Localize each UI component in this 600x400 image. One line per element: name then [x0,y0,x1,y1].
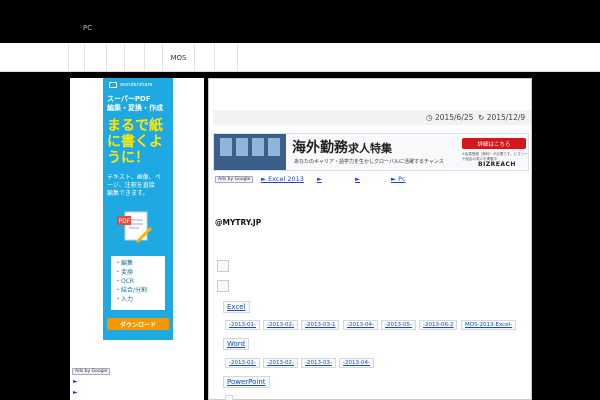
main-content: ◷ 2015/6/25 ↻ 2015/12/9 海外勤務求人特集 あなたのキャリ… [208,78,532,400]
nav-item[interactable] [106,43,124,72]
clock-icon: ◷ [426,113,433,122]
ad-brand-name: wondershare [120,82,153,88]
pdf-document-icon: PDF [117,211,153,244]
ad-link-pc[interactable]: ► Pc [391,175,406,183]
ads-by-google-badge[interactable]: Ads by Google [215,176,254,183]
category-link[interactable]: MOS-2013-Excel- [461,320,517,330]
post-meta: ◷ 2015/6/25 ↻ 2015/12/9 [213,110,531,125]
updated-date: ↻ 2015/12/9 [478,113,525,122]
ad-feature: ・入力 [115,296,134,303]
bizreach-logo: BIZREACH [478,161,516,168]
banner-photo [214,134,286,170]
ads-by-google-badge[interactable]: Ads by Google [72,368,111,375]
category-link[interactable]: -2013-02- [263,358,298,368]
nav-item[interactable] [144,43,162,72]
ad-body-copy: テキスト、画像、ペ ージ、注釈を直接 編集できます。 [107,174,161,197]
header-text: PC [83,24,93,32]
job-ad-banner[interactable]: 海外勤務求人特集 あなたのキャリア・語学力を生かしグローバルに活躍するチャンス … [213,133,529,171]
updated-date-text: 2015/12/9 [486,113,526,122]
download-button[interactable]: ダウンロード [107,318,169,330]
site-header: PC [0,0,600,43]
category-link[interactable] [225,395,233,400]
ad-link[interactable]: ► [317,175,322,183]
wondershare-logo-icon [109,82,117,88]
ad-headline: スーパーPDF 編集・変換・作成 [107,95,163,112]
banner-title: 海外勤務求人特集 [292,137,392,157]
pdf-label: PDF [119,218,131,225]
ad-feature: ・編集 [115,260,134,267]
sidebar-ad-banner[interactable]: wondershare スーパーPDF 編集・変換・作成 まるで紙 に書くよ う… [103,78,173,340]
placeholder-box[interactable] [217,260,229,272]
ad-feature: ・結合/分割 [115,287,148,294]
ad-brand: wondershare [103,78,173,92]
published-date-text: 2015/6/25 [434,113,474,122]
published-date: ◷ 2015/6/25 [426,113,473,122]
category-excel[interactable]: Excel [223,301,250,313]
sidebar-ad-link[interactable]: ► [73,389,78,396]
category-link[interactable]: -2013-04- [339,358,374,368]
banner-title-main: 海外勤務 [292,140,348,156]
nav-item[interactable] [68,43,84,72]
author-handle: @MYTRY.JP [215,218,262,227]
ad-big-copy: まるで紙 に書くよ うに！ [107,118,163,166]
category-link[interactable]: -2013-04- [343,320,378,330]
sidebar: wondershare スーパーPDF 編集・変換・作成 まるで紙 に書くよ う… [70,78,204,400]
category-powerpoint[interactable]: PowerPoint [223,376,270,388]
banner-subtitle: あなたのキャリア・語学力を生かしグローバルに活躍するチャンス [294,159,444,165]
nav-item[interactable] [84,43,106,72]
ad-feature-list: ・編集 ・変換 ・OCR ・結合/分割 ・入力 [111,256,165,310]
category-link[interactable]: -2013-03-1 [301,320,340,330]
category-link[interactable]: -2013-05- [381,320,416,330]
ad-link-excel[interactable]: ► Excel 2013 [261,175,304,183]
nav-item[interactable] [124,43,144,72]
banner-title-accent: 求人特集 [348,142,392,155]
refresh-icon: ↻ [478,113,485,122]
global-nav: MOS [0,43,600,72]
nav-item-mos[interactable]: MOS [162,43,194,72]
category-link[interactable]: -2013-06-2 [419,320,458,330]
ad-link[interactable]: ► [355,175,360,183]
ad-feature: ・OCR [115,278,135,285]
nav-item[interactable] [194,43,214,72]
ad-feature: ・変換 [115,269,134,276]
category-link[interactable]: -2013-01- [225,358,260,368]
category-link[interactable]: -2013-02- [263,320,298,330]
category-link[interactable]: -2013-03- [301,358,336,368]
placeholder-box[interactable] [217,280,229,292]
category-word[interactable]: Word [223,338,249,350]
category-link[interactable]: -2013-01- [225,320,260,330]
banner-details-button[interactable]: 詳細はこちら [462,138,526,149]
nav-item[interactable] [214,43,238,72]
sidebar-ad-link[interactable]: ► [73,378,78,385]
